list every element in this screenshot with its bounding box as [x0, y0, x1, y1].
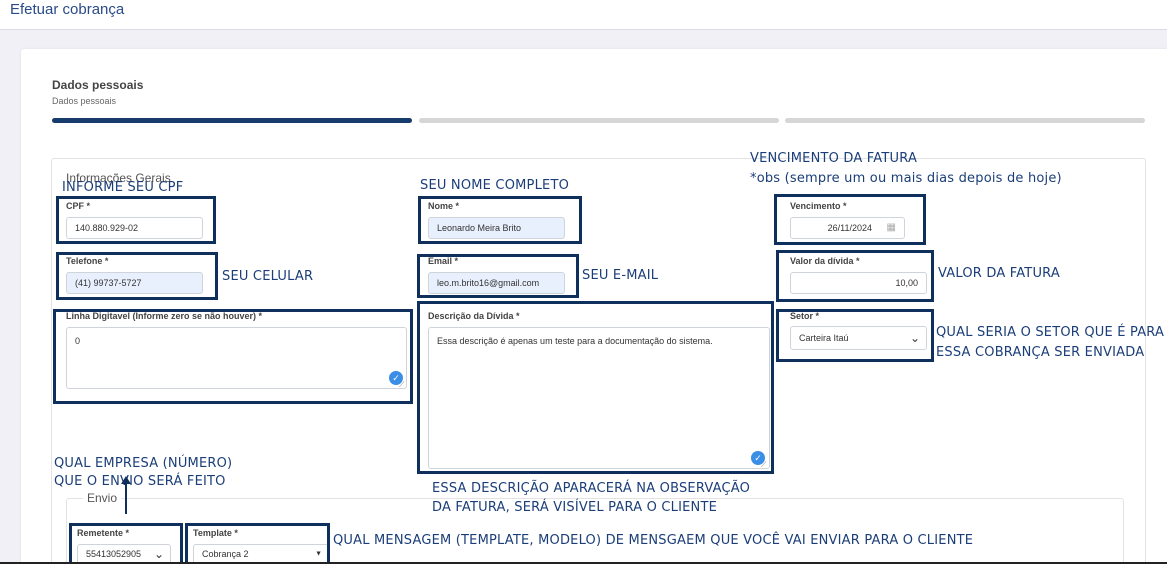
step-title: Dados pessoais	[52, 78, 144, 92]
step-bar-3[interactable]	[785, 118, 1145, 123]
step-subtitle: Dados pessoais	[52, 96, 117, 106]
annotation-empresa-2: QUE O ENVIO SERÁ FEITO	[54, 474, 226, 489]
telefone-input[interactable]: (41) 99737-5727	[66, 272, 203, 294]
annotation-vencimento-1: VENCIMENTO DA FATURA	[750, 151, 918, 166]
annotation-descricao-1: ESSA DESCRIÇÃO APARACERÁ NA OBSERVAÇÃO	[432, 481, 751, 496]
template-label: Template *	[193, 528, 238, 538]
setor-value: Carteira Itaú	[799, 333, 849, 343]
email-input[interactable]: leo.m.brito16@gmail.com	[428, 272, 565, 294]
annotation-descricao-2: DA FATURA, SERÁ VISÍVEL PARA O CLIENTE	[432, 500, 718, 515]
page-title: Efetuar cobrança	[10, 1, 125, 18]
step-bar-1[interactable]	[52, 118, 412, 123]
annotation-empresa-1: QUAL EMPRESA (NÚMERO)	[54, 456, 233, 471]
annotation-celular: SEU CELULAR	[222, 269, 314, 284]
envio-title: Envio	[83, 491, 122, 505]
template-value: Cobrança 2	[202, 549, 249, 559]
annotation-template: QUAL MENSAGEM (TEMPLATE, MODELO) DE MENS…	[333, 533, 974, 548]
cpf-input[interactable]: 140.880.929-02	[66, 217, 203, 239]
valor-label: Valor da dívida *	[790, 256, 860, 266]
vencimento-value: 26/11/2024	[827, 223, 872, 233]
descricao-textarea[interactable]: Essa descrição é apenas um teste para a …	[428, 327, 770, 469]
vencimento-input[interactable]: 26/11/2024 ▦	[790, 217, 905, 239]
linha-label: Linha Digitavel (Informe zero se não hou…	[66, 311, 263, 321]
annotation-valor: VALOR DA FATURA	[938, 266, 1060, 281]
annotation-nome: SEU NOME COMPLETO	[420, 178, 570, 193]
setor-label: Setor *	[790, 311, 820, 321]
resize-handle[interactable]: ⟋	[761, 460, 767, 470]
vencimento-label: Vencimento *	[790, 201, 847, 211]
remetente-select[interactable]: 55413052905 ⌄	[77, 544, 171, 564]
valor-input[interactable]: 10,00	[790, 272, 927, 294]
annotation-setor-1: QUAL SERIA O SETOR QUE É PARA	[936, 325, 1165, 340]
annotation-email: SEU E-MAIL	[582, 268, 659, 283]
resize-handle[interactable]: ⟋	[399, 380, 405, 390]
calendar-icon[interactable]: ▦	[887, 222, 896, 233]
annotation-setor-2: ESSA COBRANÇA SER ENVIADA	[936, 345, 1145, 360]
top-bar: Efetuar cobrança	[0, 0, 1167, 30]
telefone-label: Telefone *	[66, 256, 109, 266]
step-bar-2[interactable]	[419, 118, 779, 123]
chevron-down-icon: ⌄	[153, 547, 164, 561]
template-select[interactable]: Cobrança 2 ▼	[193, 544, 329, 564]
remetente-label: Remetente *	[77, 528, 130, 538]
annotation-vencimento-2: *obs (sempre um ou mais dias depois de h…	[750, 171, 1062, 186]
nome-label: Nome *	[428, 201, 460, 211]
linha-textarea[interactable]: 0	[66, 327, 407, 389]
arrow-head	[121, 476, 131, 484]
remetente-value: 55413052905	[86, 549, 142, 559]
descricao-label: Descrição da Dívida *	[428, 311, 520, 321]
setor-select[interactable]: Carteira Itaú ⌄	[790, 326, 927, 350]
email-label: Email *	[428, 256, 459, 266]
cpf-label: CPF *	[66, 201, 91, 211]
caret-down-icon: ▼	[315, 550, 322, 558]
chevron-down-icon: ⌄	[909, 331, 920, 345]
nome-input[interactable]: Leonardo Meira Brito	[428, 217, 565, 239]
annotation-cpf: INFORME SEU CPF	[62, 180, 184, 195]
